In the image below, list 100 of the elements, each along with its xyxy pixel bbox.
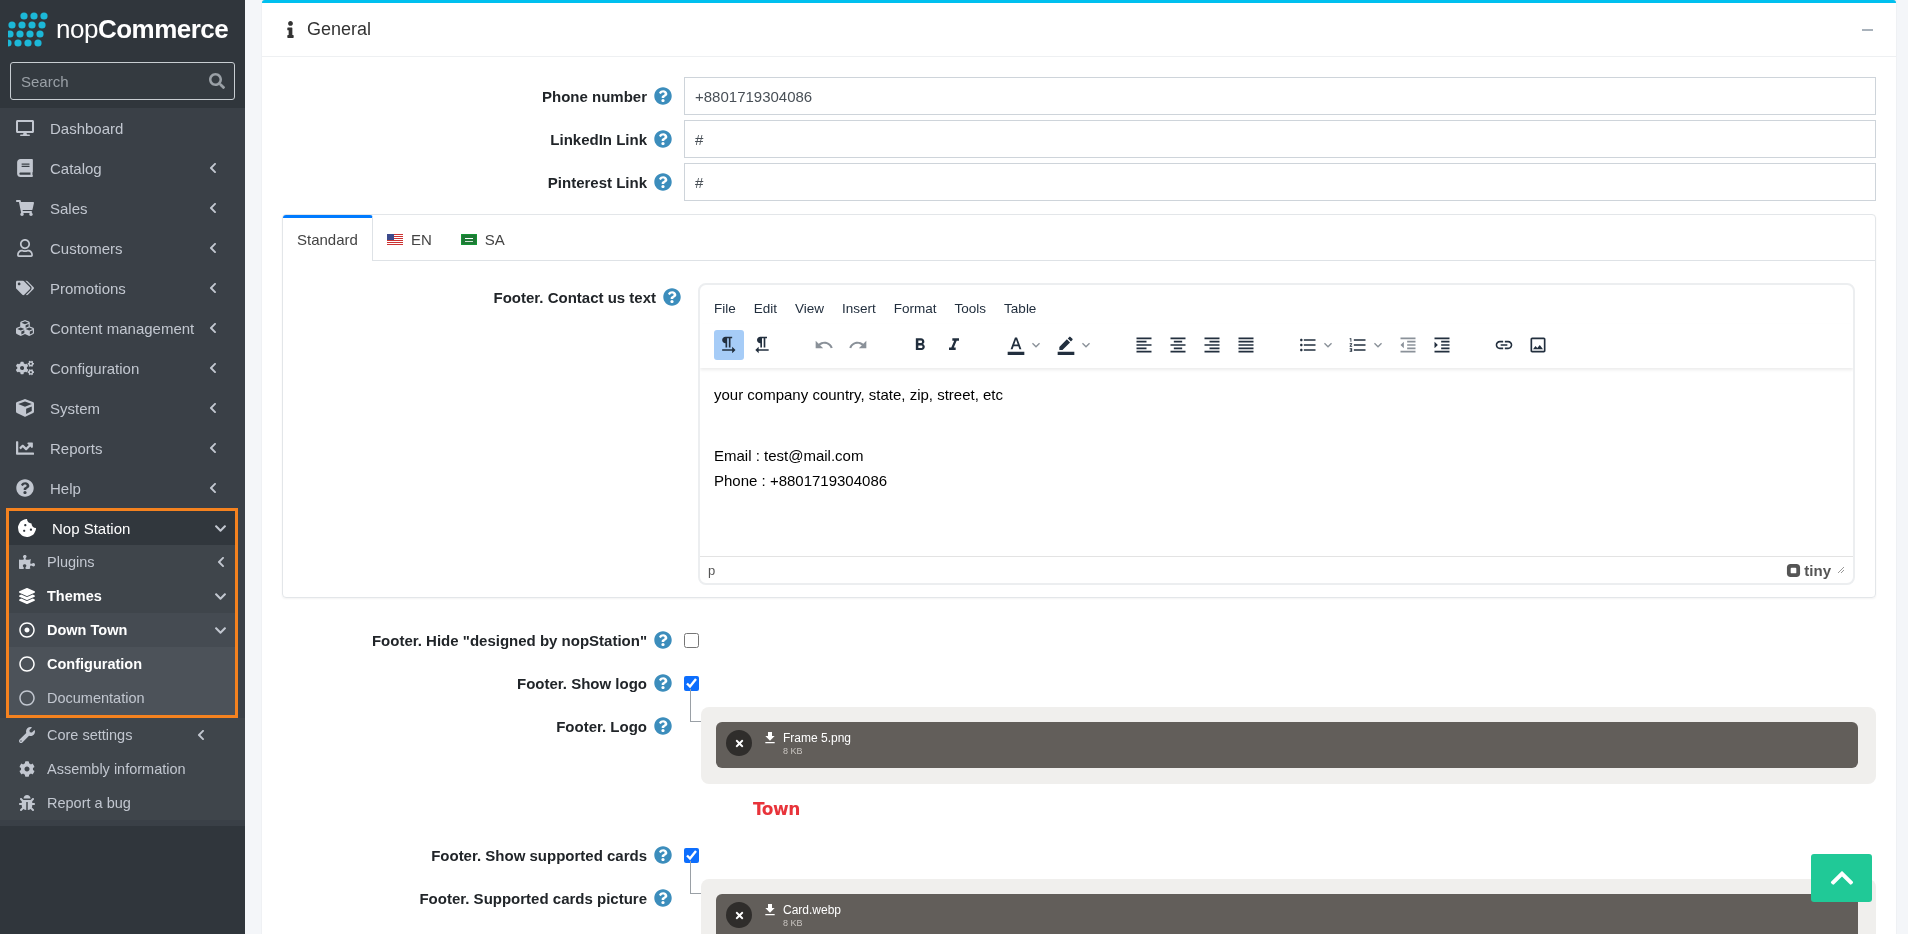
help-icon[interactable] <box>654 674 672 692</box>
editor-menu[interactable]: Edit <box>745 295 786 322</box>
tags-icon <box>16 279 34 297</box>
sidebar-item[interactable]: Core settings <box>0 718 245 752</box>
settings-icon <box>19 761 35 777</box>
chevron-left-icon <box>215 556 227 568</box>
file-name: Frame 5.png <box>783 731 852 745</box>
cubes-icon <box>16 319 34 337</box>
file-size: 8 KB <box>782 918 804 928</box>
help-icon[interactable] <box>663 288 681 306</box>
search-field[interactable]: Search <box>10 62 235 100</box>
editor-menu[interactable]: Insert <box>834 295 884 322</box>
tiny-logo-icon <box>1786 562 1802 578</box>
chevron-left-icon <box>207 242 219 254</box>
field-label: Footer. Logo <box>556 717 647 735</box>
sidebar-item[interactable]: Report a bug <box>0 786 245 820</box>
sidebar-item[interactable]: Content management <box>0 308 245 348</box>
align-left-icon <box>1134 335 1154 355</box>
field-label: Footer. Hide "designed by nopStation" <box>371 631 647 649</box>
rich-text-editor[interactable]: File Edit View Insert Format Tools Table your company country, state, zip, street, etc Email : test@mail.com Phone : +8801719304086 p tiny <box>698 283 1855 585</box>
editor-content[interactable]: your company country, state, zip, street, etc Email : test@mail.com Phone : +8801719304086 <box>700 368 1853 556</box>
text-color-icon <box>1006 335 1026 355</box>
sidebar-item[interactable]: Promotions <box>0 268 245 308</box>
field-label: LinkedIn Link <box>550 130 647 148</box>
sidebar-item[interactable]: Catalog <box>0 148 245 188</box>
chevron-left-icon <box>207 402 219 414</box>
justify-icon <box>1236 335 1256 355</box>
sidebar-item[interactable]: Plugins <box>9 545 235 579</box>
remove-file-button[interactable] <box>726 730 752 756</box>
sidebar-item[interactable]: Assembly information <box>0 752 245 786</box>
sidebar-item[interactable]: Dashboard <box>0 108 245 148</box>
help-icon[interactable] <box>654 130 672 148</box>
text-field[interactable]: +8801719304086 <box>684 77 1876 115</box>
sidebar-item[interactable]: Customers <box>0 228 245 268</box>
chevron-left-icon <box>195 729 207 741</box>
close-icon <box>733 737 745 749</box>
bug-icon <box>19 795 35 811</box>
help-icon[interactable] <box>654 631 672 649</box>
checkbox[interactable] <box>684 847 699 863</box>
checkbox[interactable] <box>684 632 699 648</box>
field-label: Phone number <box>542 87 647 105</box>
us-flag-icon <box>386 233 403 245</box>
card-title: General <box>307 19 373 40</box>
sidebar-item[interactable]: Reports <box>0 428 245 468</box>
sidebar-item[interactable]: Sales <box>0 188 245 228</box>
file-name: Card.webp <box>783 903 842 917</box>
field-label: Footer. Supported cards picture <box>419 889 647 907</box>
chevron-left-icon <box>207 202 219 214</box>
book-icon <box>16 159 34 177</box>
highlight-color-icon <box>1056 335 1076 355</box>
image-icon <box>1528 335 1548 355</box>
editor-paragraph: Phone : +8801719304086 <box>714 471 889 491</box>
help-icon[interactable] <box>654 846 672 864</box>
chevron-left-icon <box>207 322 219 334</box>
remove-file-button[interactable] <box>726 902 752 928</box>
tiny-logo[interactable]: tiny <box>1804 561 1831 579</box>
sidebar-item[interactable]: Documentation <box>9 681 235 715</box>
editor-paragraph: Email : test@mail.com <box>714 446 865 466</box>
field-label: Pinterest Link <box>547 173 647 191</box>
file-size: 8 KB <box>782 746 804 756</box>
help-icon[interactable] <box>654 87 672 105</box>
editor-menu[interactable]: View <box>787 295 833 322</box>
help-icon[interactable] <box>654 889 672 907</box>
checkbox[interactable] <box>684 675 699 691</box>
editor-menu[interactable]: File <box>706 295 744 322</box>
puzzle-icon <box>19 554 35 570</box>
editor-menu[interactable]: Tools <box>946 295 995 322</box>
align-center-icon <box>1168 335 1188 355</box>
left-to-right-button[interactable] <box>714 330 744 360</box>
logo-dots-icon <box>8 11 50 47</box>
search-input[interactable]: Search <box>11 72 200 90</box>
download-icon[interactable] <box>762 730 778 746</box>
text-field[interactable]: # <box>684 120 1876 158</box>
editor-paragraph: your company country, state, zip, street, etc <box>714 385 1004 405</box>
field-label: Footer. Show supported cards <box>431 846 647 864</box>
chevron-left-icon <box>207 442 219 454</box>
help-icon[interactable] <box>654 173 672 191</box>
sidebar-item[interactable]: Configuration <box>9 647 235 681</box>
sidebar-item[interactable]: Configuration <box>0 348 245 388</box>
element-path[interactable]: p <box>708 562 1781 578</box>
sidebar-item[interactable]: Help <box>0 468 245 508</box>
language-tab[interactable]: Standard <box>283 215 373 261</box>
layers-icon <box>19 588 35 604</box>
brand-name: nopCommerce <box>56 13 229 45</box>
sidebar-item[interactable]: Nop Station <box>9 511 235 545</box>
help-icon[interactable] <box>654 717 672 735</box>
sidebar-item[interactable]: Down Town <box>9 613 235 647</box>
chevron-left-icon <box>207 482 219 494</box>
editor-menu[interactable]: Format <box>885 295 945 322</box>
search-icon[interactable] <box>209 73 225 89</box>
resize-handle-icon[interactable] <box>1837 566 1845 574</box>
text-field[interactable]: # <box>684 163 1876 201</box>
chevron-left-icon <box>207 162 219 174</box>
saudi-flag-icon <box>460 233 477 245</box>
sidebar-item[interactable]: System <box>0 388 245 428</box>
sidebar-item[interactable]: Themes <box>9 579 235 613</box>
editor-menu[interactable]: Table <box>996 295 1045 322</box>
logo-preview: Town <box>753 799 801 819</box>
cookie-icon <box>18 519 36 537</box>
download-icon[interactable] <box>762 902 778 918</box>
